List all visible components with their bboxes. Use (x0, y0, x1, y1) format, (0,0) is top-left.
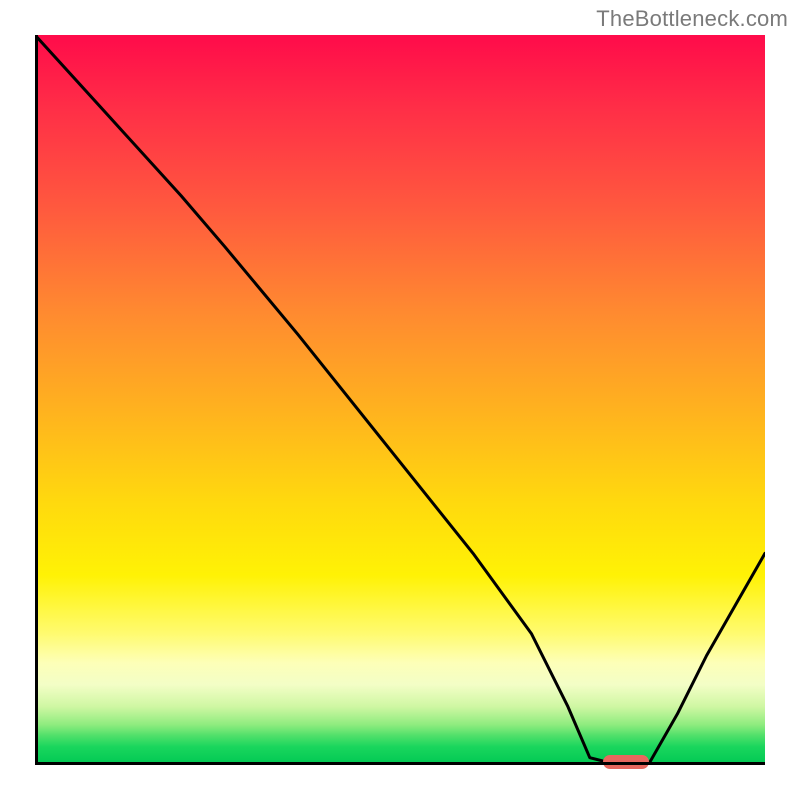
chart-canvas: TheBottleneck.com (0, 0, 800, 800)
plot-gradient-background (35, 35, 765, 765)
watermark-label: TheBottleneck.com (596, 6, 788, 32)
